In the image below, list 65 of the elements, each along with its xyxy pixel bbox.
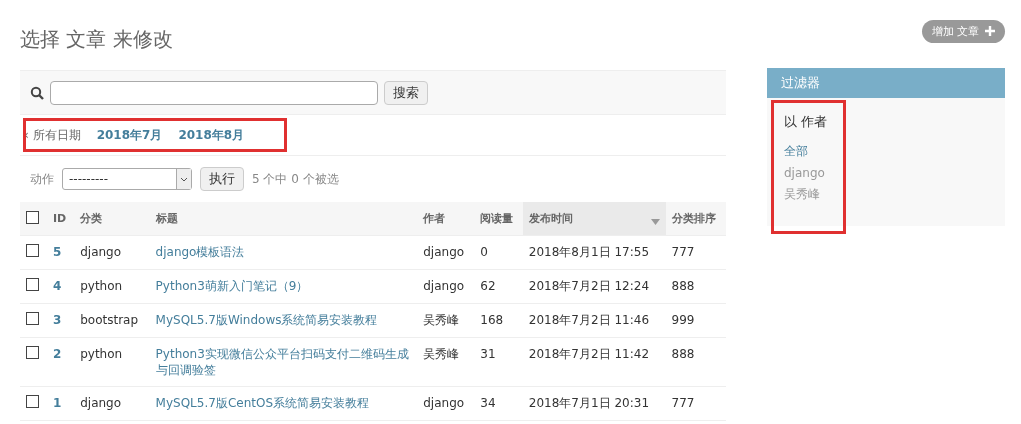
- table-cell: 777: [665, 235, 726, 270]
- table-cell: 34: [474, 386, 523, 421]
- add-button[interactable]: 增加 文章: [921, 20, 1005, 43]
- action-label: 动作: [30, 170, 54, 188]
- table-cell: 0: [474, 235, 523, 270]
- page-title: 选择 文章 来修改: [20, 26, 174, 52]
- plus-icon: [985, 25, 995, 38]
- row-checkbox[interactable]: [26, 278, 39, 291]
- row-checkbox[interactable]: [26, 346, 39, 359]
- filter-header: 过滤器: [767, 68, 1005, 98]
- id-link[interactable]: 2: [46, 337, 75, 387]
- caret-icon: [176, 169, 191, 189]
- search-button[interactable]: 搜索: [384, 80, 428, 105]
- row-checkbox[interactable]: [26, 312, 39, 325]
- table-cell: 2018年8月1日 17:55: [522, 235, 666, 270]
- table-cell: 777: [665, 386, 726, 421]
- table-cell: 2018年7月1日 20:31: [522, 386, 666, 421]
- table-cell: 888: [665, 269, 726, 304]
- table-cell: bootstrap: [74, 303, 150, 338]
- date-link[interactable]: 2018年8月: [178, 126, 245, 144]
- table-cell: django: [74, 386, 150, 421]
- id-link[interactable]: 3: [46, 303, 75, 338]
- title-link[interactable]: MySQL5.7版Windows系统简易安装教程: [149, 303, 418, 338]
- filter-heading: 以 作者: [784, 113, 829, 131]
- table-cell: 2018年7月2日 12:24: [522, 269, 666, 304]
- column-header[interactable]: 分类: [74, 202, 150, 236]
- table-cell: django: [417, 235, 475, 270]
- title-link[interactable]: django模板语法: [149, 235, 418, 270]
- table-cell: 888: [665, 337, 726, 387]
- select-all-checkbox[interactable]: [26, 210, 39, 224]
- search-field[interactable]: [50, 80, 378, 105]
- id-link[interactable]: 1: [46, 386, 75, 421]
- selection-counter: 5 个中 0 个被选: [252, 170, 339, 188]
- search-icon: [30, 85, 44, 100]
- table-cell: 吴秀峰: [417, 337, 475, 387]
- date-link[interactable]: 2018年7月: [96, 126, 163, 144]
- filter-option[interactable]: 吴秀峰: [784, 186, 833, 203]
- column-header[interactable]: 分类排序: [665, 202, 726, 236]
- id-link[interactable]: 5: [46, 235, 75, 270]
- column-header[interactable]: 标题: [149, 202, 418, 236]
- table-cell: 31: [474, 337, 523, 387]
- column-header[interactable]: 作者: [417, 202, 475, 236]
- row-checkbox[interactable]: [26, 395, 39, 408]
- id-link[interactable]: 4: [46, 269, 75, 304]
- column-header[interactable]: ID: [46, 202, 75, 236]
- table-cell: 168: [474, 303, 523, 338]
- table-cell: django: [74, 235, 150, 270]
- action-select[interactable]: ---------: [62, 168, 192, 190]
- table-cell: python: [74, 269, 150, 304]
- table-cell: 2018年7月2日 11:42: [522, 337, 666, 387]
- run-button[interactable]: 执行: [200, 167, 244, 191]
- filter-option[interactable]: 全部: [784, 143, 833, 160]
- table-cell: python: [74, 337, 150, 387]
- table-cell: 2018年7月2日 11:46: [522, 303, 666, 338]
- table-cell: 62: [474, 269, 523, 304]
- title-link[interactable]: Python3萌新入门笔记（9）: [149, 269, 418, 304]
- filter-option[interactable]: django: [784, 166, 833, 180]
- table-cell: 999: [665, 303, 726, 338]
- table-cell: 吴秀峰: [417, 303, 475, 338]
- row-checkbox[interactable]: [26, 244, 39, 257]
- table-cell: django: [417, 269, 475, 304]
- title-link[interactable]: MySQL5.7版CentOS系统简易安装教程: [149, 386, 418, 421]
- table-cell: django: [417, 386, 475, 421]
- column-header[interactable]: 阅读量: [474, 202, 523, 236]
- title-link[interactable]: Python3实现微信公众平台扫码支付二维码生成与回调验签: [149, 337, 418, 387]
